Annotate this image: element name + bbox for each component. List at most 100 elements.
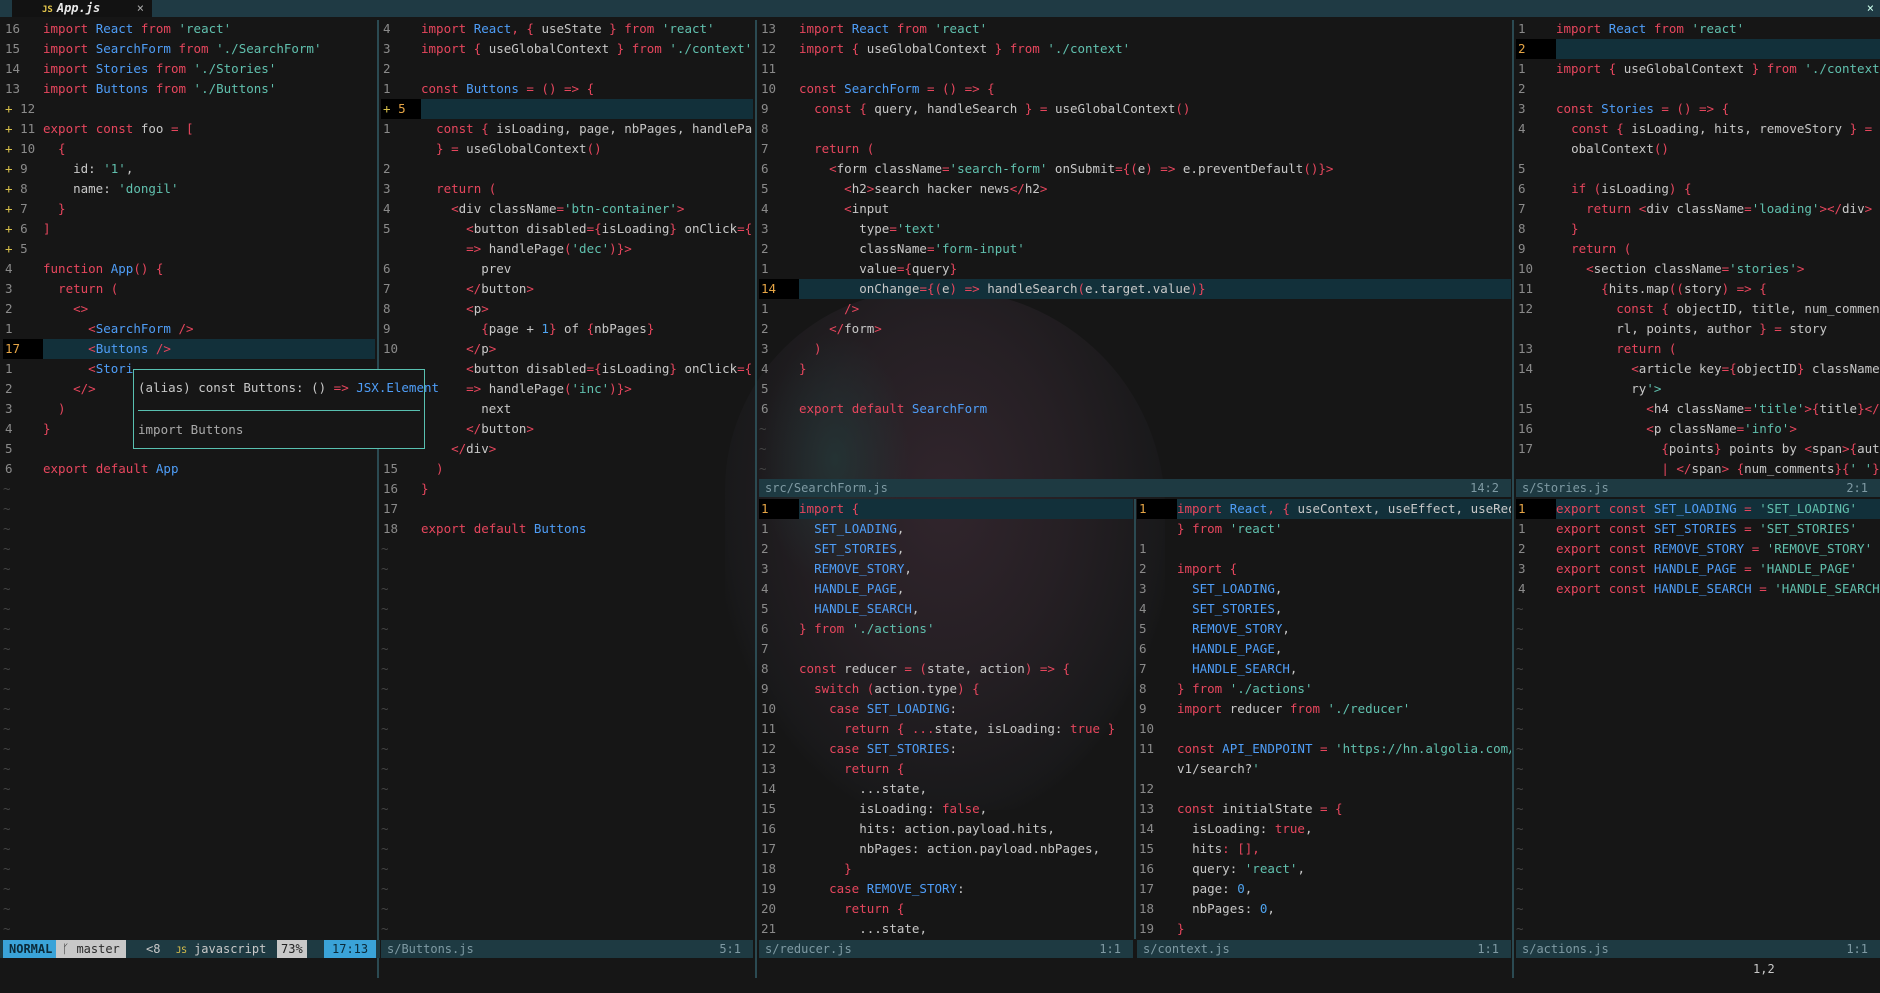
code-line[interactable]: 1 import { bbox=[759, 499, 1133, 519]
code-line[interactable]: 13 import React from 'react' bbox=[759, 19, 1511, 39]
code-line[interactable]: 17 nbPages: action.payload.nbPages, bbox=[759, 839, 1133, 859]
code-line[interactable]: + 12 bbox=[3, 99, 375, 119]
code-line[interactable]: 14 onChange={(e) => handleSearch(e.targe… bbox=[759, 279, 1511, 299]
code-line[interactable]: obalContext() bbox=[1516, 139, 1880, 159]
code-line[interactable]: 1 SET_LOADING, bbox=[759, 519, 1133, 539]
code-line[interactable]: ry'> bbox=[1516, 379, 1880, 399]
code-line[interactable]: 15 hits: [], bbox=[1137, 839, 1511, 859]
code-line[interactable]: 2 bbox=[1516, 39, 1880, 59]
code-line[interactable]: 4 <input bbox=[759, 199, 1511, 219]
code-line[interactable]: 20 return { bbox=[759, 899, 1133, 919]
code-line[interactable]: | </span> {num_comments}{' '} bbox=[1516, 459, 1880, 479]
code-line[interactable]: 3 ) bbox=[759, 339, 1511, 359]
editor-pane-buttons[interactable]: 4 import React, { useState } from 'react'… bbox=[381, 19, 753, 939]
code-line[interactable]: 14 isLoading: true, bbox=[1137, 819, 1511, 839]
code-line[interactable]: } = useGlobalContext() bbox=[381, 139, 753, 159]
code-line[interactable]: 8 <p> bbox=[381, 299, 753, 319]
code-line[interactable]: + 9 id: '1', bbox=[3, 159, 375, 179]
code-line[interactable]: 3 REMOVE_STORY, bbox=[759, 559, 1133, 579]
code-line[interactable]: 6 prev bbox=[381, 259, 753, 279]
editor-pane-stories[interactable]: 1 import React from 'react' 2 1 import { use… bbox=[1516, 19, 1880, 479]
code-line[interactable]: 11 {hits.map((story) => { bbox=[1516, 279, 1880, 299]
code-line[interactable]: 1 const Buttons = () => { bbox=[381, 79, 753, 99]
code-line[interactable]: + 7 } bbox=[3, 199, 375, 219]
code-line[interactable]: <button disabled={isLoading} onClick={() bbox=[381, 359, 753, 379]
code-line[interactable]: 1 import React, { useContext, useEffect, … bbox=[1137, 499, 1511, 519]
split-divider[interactable] bbox=[1134, 499, 1136, 939]
command-line[interactable]: 1,2 bbox=[1753, 962, 1775, 976]
code-line[interactable]: 14 import Stories from './Stories' bbox=[3, 59, 375, 79]
code-line[interactable]: 9 import reducer from './reducer' bbox=[1137, 699, 1511, 719]
code-line[interactable]: 1 import { useGlobalContext } from './con… bbox=[1516, 59, 1880, 79]
code-line[interactable]: 12 const { objectID, title, num_comments… bbox=[1516, 299, 1880, 319]
code-line[interactable]: + 5 bbox=[3, 239, 375, 259]
split-divider[interactable] bbox=[1512, 20, 1514, 978]
code-line[interactable]: 3 const Stories = () => { bbox=[1516, 99, 1880, 119]
code-line[interactable]: 6 export default SearchForm bbox=[759, 399, 1511, 419]
code-line[interactable]: 21 ...state, bbox=[759, 919, 1133, 939]
code-line[interactable]: => handlePage('dec')}> bbox=[381, 239, 753, 259]
code-line[interactable]: 4 function App() { bbox=[3, 259, 375, 279]
code-line[interactable]: 12 import { useGlobalContext } from './co… bbox=[759, 39, 1511, 59]
editor-pane-reducer[interactable]: 1 import {1 SET_LOADING, 2 SET_STORIES, 3 R… bbox=[759, 499, 1133, 939]
code-line[interactable]: 4 HANDLE_PAGE, bbox=[759, 579, 1133, 599]
code-line[interactable]: 10 const SearchForm = () => { bbox=[759, 79, 1511, 99]
code-line[interactable]: 2 </form> bbox=[759, 319, 1511, 339]
code-line[interactable]: 17 bbox=[381, 499, 753, 519]
code-line[interactable]: 11 return { ...state, isLoading: true } bbox=[759, 719, 1133, 739]
code-line[interactable]: 11 const API_ENDPOINT = 'https://hn.algol… bbox=[1137, 739, 1511, 759]
code-line[interactable]: 13 import Buttons from './Buttons' bbox=[3, 79, 375, 99]
code-line[interactable]: + 6] bbox=[3, 219, 375, 239]
split-divider[interactable] bbox=[377, 20, 379, 978]
code-line[interactable]: 18 } bbox=[759, 859, 1133, 879]
code-line[interactable]: 17 page: 0, bbox=[1137, 879, 1511, 899]
code-line[interactable]: 13 return ( bbox=[1516, 339, 1880, 359]
code-line[interactable]: next bbox=[381, 399, 753, 419]
code-line[interactable]: 5 bbox=[1516, 159, 1880, 179]
code-line[interactable]: 4 import React, { useState } from 'react' bbox=[381, 19, 753, 39]
split-divider[interactable] bbox=[755, 20, 757, 978]
code-line[interactable]: 3 export const HANDLE_PAGE = 'HANDLE_PAGE… bbox=[1516, 559, 1880, 579]
code-line[interactable]: 3 return ( bbox=[381, 179, 753, 199]
code-line[interactable]: + 8 name: 'dongil' bbox=[3, 179, 375, 199]
code-line[interactable]: 13 const initialState = { bbox=[1137, 799, 1511, 819]
code-line[interactable]: + 10 { bbox=[3, 139, 375, 159]
code-line[interactable]: 2 bbox=[1516, 79, 1880, 99]
code-line[interactable]: 5 REMOVE_STORY, bbox=[1137, 619, 1511, 639]
code-line[interactable]: 2 <> bbox=[3, 299, 375, 319]
code-line[interactable]: 1 bbox=[1137, 539, 1511, 559]
code-line[interactable]: 9 const { query, handleSearch } = useGlo… bbox=[759, 99, 1511, 119]
code-line[interactable]: 1 const { isLoading, page, nbPages, hand… bbox=[381, 119, 753, 139]
editor-pane-context[interactable]: 1 import React, { useContext, useEffect, … bbox=[1137, 499, 1511, 939]
code-line[interactable]: 12 bbox=[1137, 779, 1511, 799]
code-line[interactable]: 8 bbox=[759, 119, 1511, 139]
code-line[interactable]: 9 return ( bbox=[1516, 239, 1880, 259]
code-line[interactable]: 2 import { bbox=[1137, 559, 1511, 579]
editor-pane-actions[interactable]: 1 export const SET_LOADING = 'SET_LOADING… bbox=[1516, 499, 1880, 939]
code-line[interactable]: 14 <article key={objectID} className='st… bbox=[1516, 359, 1880, 379]
code-line[interactable]: 1 <SearchForm /> bbox=[3, 319, 375, 339]
code-line[interactable]: 9 switch (action.type) { bbox=[759, 679, 1133, 699]
code-line[interactable]: 7 bbox=[759, 639, 1133, 659]
code-line[interactable]: 5 HANDLE_SEARCH, bbox=[759, 599, 1133, 619]
code-line[interactable]: 6 export default App bbox=[3, 459, 375, 479]
code-line[interactable]: 16 hits: action.payload.hits, bbox=[759, 819, 1133, 839]
code-line[interactable]: 2 bbox=[381, 159, 753, 179]
code-line[interactable]: rl, points, author } = story bbox=[1516, 319, 1880, 339]
code-line[interactable]: 13 return { bbox=[759, 759, 1133, 779]
code-line[interactable]: 12 case SET_STORIES: bbox=[759, 739, 1133, 759]
code-line[interactable]: 4} bbox=[759, 359, 1511, 379]
code-line[interactable]: 19} bbox=[1137, 919, 1511, 939]
code-line[interactable]: 7 </button> bbox=[381, 279, 753, 299]
code-line[interactable]: 15 import SearchForm from './SearchForm' bbox=[3, 39, 375, 59]
code-line[interactable]: 8 const reducer = (state, action) => { bbox=[759, 659, 1133, 679]
code-line[interactable]: 4 <div className='btn-container'> bbox=[381, 199, 753, 219]
code-line[interactable]: 11 bbox=[759, 59, 1511, 79]
code-line[interactable]: 1 export const SET_LOADING = 'SET_LOADING… bbox=[1516, 499, 1880, 519]
code-line[interactable]: 8} from './actions' bbox=[1137, 679, 1511, 699]
code-line[interactable]: 6 if (isLoading) { bbox=[1516, 179, 1880, 199]
code-line[interactable]: 7 return <div className='loading'></div> bbox=[1516, 199, 1880, 219]
code-line[interactable]: v1/search?' bbox=[1137, 759, 1511, 779]
code-line[interactable]: 2 className='form-input' bbox=[759, 239, 1511, 259]
code-line[interactable]: 15 <h4 className='title'>{title}</h4> bbox=[1516, 399, 1880, 419]
